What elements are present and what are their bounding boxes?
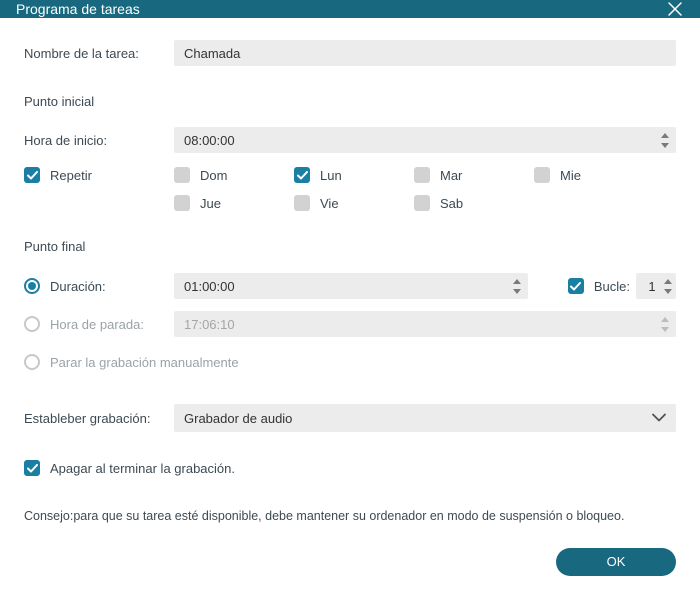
stop-time-up-icon	[658, 314, 672, 324]
day-wed-label: Mie	[560, 168, 581, 183]
loop-label: Bucle:	[594, 279, 630, 294]
loop-checkbox-group[interactable]: Bucle:	[568, 278, 630, 294]
dialog-content: Nombre de la tarea: Punto inicial Hora d…	[0, 18, 700, 538]
day-sun-label: Dom	[200, 168, 227, 183]
day-fri-checkbox[interactable]	[294, 195, 310, 211]
day-mon-checkbox-group[interactable]: Lun	[294, 167, 414, 183]
duration-input[interactable]	[174, 273, 528, 299]
loop-down-icon[interactable]	[662, 286, 674, 296]
start-point-heading: Punto inicial	[24, 94, 676, 109]
day-fri-checkbox-group[interactable]: Vie	[294, 195, 414, 211]
stop-time-input	[174, 311, 676, 337]
day-mon-label: Lun	[320, 168, 342, 183]
day-sun-checkbox-group[interactable]: Dom	[174, 167, 294, 183]
duration-label: Duración:	[50, 279, 106, 294]
stop-time-radio[interactable]	[24, 316, 40, 332]
day-wed-checkbox-group[interactable]: Mie	[534, 167, 654, 183]
day-mon-checkbox[interactable]	[294, 167, 310, 183]
day-sat-label: Sab	[440, 196, 463, 211]
day-thu-label: Jue	[200, 196, 221, 211]
repeat-checkbox-group[interactable]: Repetir	[24, 167, 174, 183]
close-icon[interactable]	[666, 0, 684, 18]
day-thu-checkbox[interactable]	[174, 195, 190, 211]
day-thu-checkbox-group[interactable]: Jue	[174, 195, 294, 211]
start-time-input[interactable]	[174, 127, 676, 153]
duration-radio[interactable]	[24, 278, 40, 294]
stop-time-down-icon	[658, 324, 672, 334]
start-time-down-icon[interactable]	[658, 140, 672, 150]
dialog-footer: OK	[0, 538, 700, 594]
ok-button[interactable]: OK	[556, 548, 676, 576]
day-sat-checkbox-group[interactable]: Sab	[414, 195, 534, 211]
stop-manual-label: Parar la grabación manualmente	[50, 355, 239, 370]
repeat-label: Repetir	[50, 168, 92, 183]
day-tue-checkbox-group[interactable]: Mar	[414, 167, 534, 183]
day-wed-checkbox[interactable]	[534, 167, 550, 183]
day-sat-checkbox[interactable]	[414, 195, 430, 211]
start-time-label: Hora de inicio:	[24, 133, 174, 148]
window-title: Programa de tareas	[16, 1, 140, 17]
duration-down-icon[interactable]	[510, 286, 524, 296]
recording-mode-select[interactable]: Grabador de audio	[174, 404, 676, 432]
tip-text: Consejo:para que su tarea esté disponibl…	[24, 508, 676, 526]
repeat-checkbox[interactable]	[24, 167, 40, 183]
day-tue-label: Mar	[440, 168, 462, 183]
shutdown-label: Apagar al terminar la grabación.	[50, 461, 235, 476]
titlebar: Programa de tareas	[0, 0, 700, 18]
days-grid: Dom Lun Mar Mie Jue Vie Sab	[174, 167, 654, 211]
loop-up-icon[interactable]	[662, 276, 674, 286]
start-time-up-icon[interactable]	[658, 130, 672, 140]
end-point-heading: Punto final	[24, 239, 676, 254]
task-name-input[interactable]	[174, 40, 676, 66]
loop-checkbox[interactable]	[568, 278, 584, 294]
day-fri-label: Vie	[320, 196, 339, 211]
duration-up-icon[interactable]	[510, 276, 524, 286]
task-name-label: Nombre de la tarea:	[24, 46, 174, 61]
day-tue-checkbox[interactable]	[414, 167, 430, 183]
stop-time-label: Hora de parada:	[50, 317, 144, 332]
shutdown-checkbox-group[interactable]: Apagar al terminar la grabación.	[24, 460, 235, 476]
shutdown-checkbox[interactable]	[24, 460, 40, 476]
task-scheduler-dialog: Programa de tareas Nombre de la tarea: P…	[0, 0, 700, 592]
day-sun-checkbox[interactable]	[174, 167, 190, 183]
set-recording-label: Estableber grabación:	[24, 411, 174, 426]
stop-manual-radio[interactable]	[24, 354, 40, 370]
